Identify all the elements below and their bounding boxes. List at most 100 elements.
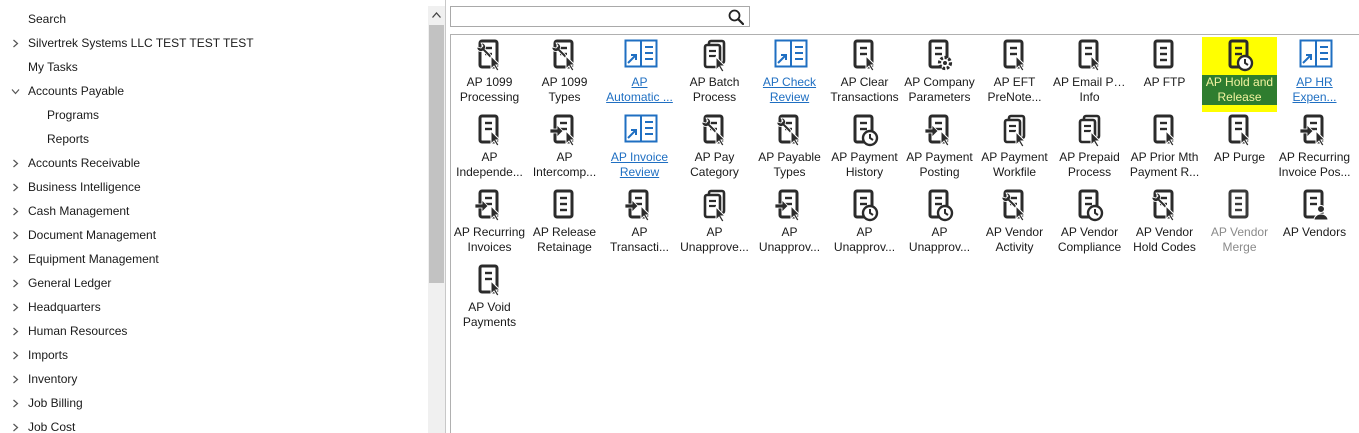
program-tile-ap-clear-transactions[interactable]: AP Clear Transactions	[827, 37, 902, 112]
tree-item-reports[interactable]: Reports	[0, 127, 428, 151]
program-tile-ap-eft-prenote[interactable]: AP EFT PreNote...	[977, 37, 1052, 112]
program-tile-ap-payment-workfile[interactable]: AP Payment Workfile	[977, 112, 1052, 187]
chevron-right-icon[interactable]	[8, 175, 22, 199]
program-tile-ap-hr-expen[interactable]: AP HR Expen...	[1277, 37, 1352, 112]
tree-item-business-intelligence[interactable]: Business Intelligence	[0, 175, 428, 199]
program-tile-ap-invoice-review[interactable]: AP Invoice Review	[602, 112, 677, 187]
scrollbar-thumb[interactable]	[429, 25, 444, 283]
tree-item-job-billing[interactable]: Job Billing	[0, 391, 428, 415]
program-tile-ap-unapprov[interactable]: AP Unapprov...	[752, 187, 827, 262]
program-tile-ap-batch-process[interactable]: AP Batch Process	[677, 37, 752, 112]
program-tile-label-line: Posting	[919, 165, 960, 179]
program-tile-ap-unapprov[interactable]: AP Unapprov...	[902, 187, 977, 262]
tree-search-item[interactable]: Search	[0, 7, 428, 31]
program-tile-label-line: Unapprov...	[908, 240, 971, 254]
program-tile-label: AP Recurring Invoices	[452, 225, 527, 255]
program-tile-ap-payable-types[interactable]: AP Payable Types	[752, 112, 827, 187]
chevron-right-icon[interactable]	[8, 367, 22, 391]
program-tile-ap-1099-types[interactable]: AP 1099 Types	[527, 37, 602, 112]
program-tile-ap-email-pay-info[interactable]: AP Email Pay Info	[1052, 37, 1127, 112]
program-tile-ap-recurring-invoices[interactable]: AP Recurring Invoices	[452, 187, 527, 262]
chevron-right-icon[interactable]	[8, 295, 22, 319]
program-tile-ap-automatic[interactable]: AP Automatic ...	[602, 37, 677, 112]
tree-item-accounts-payable[interactable]: Accounts Payable	[0, 79, 428, 103]
chevron-right-icon[interactable]	[8, 31, 22, 55]
tree-item-my-tasks[interactable]: My Tasks	[0, 55, 428, 79]
chevron-right-icon[interactable]	[8, 319, 22, 343]
program-tile-label-line: AP Purge	[1213, 150, 1266, 164]
tree-item-human-resources[interactable]: Human Resources	[0, 319, 428, 343]
chevron-right-icon[interactable]	[8, 223, 22, 247]
program-tile-label-line: AP	[631, 225, 648, 239]
program-tile-ap-recurring-invoice-pos[interactable]: AP Recurring Invoice Pos...	[1277, 112, 1352, 187]
program-tile-ap-prepaid-process[interactable]: AP Prepaid Process	[1052, 112, 1127, 187]
doc-clock-icon	[924, 189, 956, 223]
chevron-right-icon[interactable]	[8, 391, 22, 415]
chevron-right-icon[interactable]	[8, 247, 22, 271]
program-tile-label: AP Check Review	[752, 75, 827, 105]
program-tile-ap-transacti[interactable]: AP Transacti...	[602, 187, 677, 262]
chevron-right-icon[interactable]	[8, 271, 22, 295]
program-tile-ap-hold-and-release[interactable]: AP Hold and Release	[1202, 37, 1277, 112]
program-tile-label-line: AP Vendor	[985, 225, 1044, 239]
program-tile-ap-check-review[interactable]: AP Check Review	[752, 37, 827, 112]
tree-item-job-cost[interactable]: Job Cost	[0, 415, 428, 433]
chevron-right-icon[interactable]	[8, 151, 22, 175]
program-tile-ap-vendor-compliance[interactable]: AP Vendor Compliance	[1052, 187, 1127, 262]
chevron-right-icon[interactable]	[8, 343, 22, 367]
program-tile-label: AP Void Payments	[452, 300, 527, 330]
external-report-icon	[1299, 39, 1333, 73]
program-tile-ap-release-retainage[interactable]: AP Release Retainage	[527, 187, 602, 262]
chevron-right-icon[interactable]	[8, 199, 22, 223]
program-tile-ap-vendors[interactable]: AP Vendors	[1277, 187, 1352, 262]
program-tile-label-line: Retainage	[537, 240, 592, 254]
program-tile-ap-void-payments[interactable]: AP Void Payments	[452, 262, 527, 337]
tree-item-general-ledger[interactable]: General Ledger	[0, 271, 428, 295]
tree-item-silvertrek-systems-llc-test-test-test[interactable]: Silvertrek Systems LLC TEST TEST TEST	[0, 31, 428, 55]
program-tile-ap-ftp[interactable]: AP FTP	[1127, 37, 1202, 112]
search-input[interactable]	[451, 7, 721, 26]
program-tile-label-line: AP Payable	[758, 150, 821, 164]
tree-item-cash-management[interactable]: Cash Management	[0, 199, 428, 223]
tree-item-programs[interactable]: Programs	[0, 103, 428, 127]
tree-item-accounts-receivable[interactable]: Accounts Receivable	[0, 151, 428, 175]
tree-item-imports[interactable]: Imports	[0, 343, 428, 367]
program-tile-ap-independe[interactable]: AP Independe...	[452, 112, 527, 187]
program-tile-ap-unapprov[interactable]: AP Unapprov...	[827, 187, 902, 262]
program-tile-ap-vendor-merge[interactable]: AP Vendor Merge	[1202, 187, 1277, 262]
program-tile-label-line: Release	[1202, 90, 1277, 105]
program-tile-label-line: AP EFT	[993, 75, 1036, 89]
program-tile-label: AP Unapprov...	[827, 225, 902, 255]
tree-item-label: Cash Management	[28, 204, 130, 218]
program-tile-ap-1099-processing[interactable]: AP 1099 Processing	[452, 37, 527, 112]
tree-scrollbar[interactable]	[428, 6, 445, 433]
program-tile-label-line: Independe...	[456, 165, 523, 179]
tree-item-label: Job Cost	[28, 420, 76, 433]
scroll-up-arrow-icon[interactable]	[428, 6, 445, 23]
program-tile-ap-vendor-activity[interactable]: AP Vendor Activity	[977, 187, 1052, 262]
program-tile-label-line: AP Payment	[831, 150, 898, 164]
program-tile-ap-vendor-hold-codes[interactable]: AP Vendor Hold Codes	[1127, 187, 1202, 262]
program-tile-label: AP Payment Posting	[902, 150, 977, 180]
tree-item-inventory[interactable]: Inventory	[0, 367, 428, 391]
chevron-right-icon[interactable]	[8, 415, 22, 433]
tree-item-headquarters[interactable]: Headquarters	[0, 295, 428, 319]
tree-item-document-management[interactable]: Document Management	[0, 223, 428, 247]
tree-item-label: Business Intelligence	[28, 180, 141, 194]
program-tile-ap-payment-history[interactable]: AP Payment History	[827, 112, 902, 187]
program-tile-ap-company-parameters[interactable]: AP Company Parameters	[902, 37, 977, 112]
program-tile-ap-intercomp[interactable]: AP Intercomp...	[527, 112, 602, 187]
chevron-down-icon[interactable]	[8, 79, 22, 103]
doc-batch-icon	[699, 189, 731, 223]
search-icon[interactable]	[726, 8, 746, 26]
program-tile-ap-prior-mth-payment-r[interactable]: AP Prior Mth Payment R...	[1127, 112, 1202, 187]
program-tile-label-line: Automatic ...	[606, 90, 673, 104]
program-tile-label-line: AP Release	[532, 225, 597, 239]
program-tile-ap-unapprove[interactable]: AP Unapprove...	[677, 187, 752, 262]
program-tile-label-line: Review	[769, 90, 810, 104]
program-tile-ap-purge[interactable]: AP Purge	[1202, 112, 1277, 187]
tree-item-equipment-management[interactable]: Equipment Management	[0, 247, 428, 271]
program-tile-ap-pay-category[interactable]: AP Pay Category	[677, 112, 752, 187]
program-tile-label: AP Company Parameters	[902, 75, 977, 105]
program-tile-ap-payment-posting[interactable]: AP Payment Posting	[902, 112, 977, 187]
